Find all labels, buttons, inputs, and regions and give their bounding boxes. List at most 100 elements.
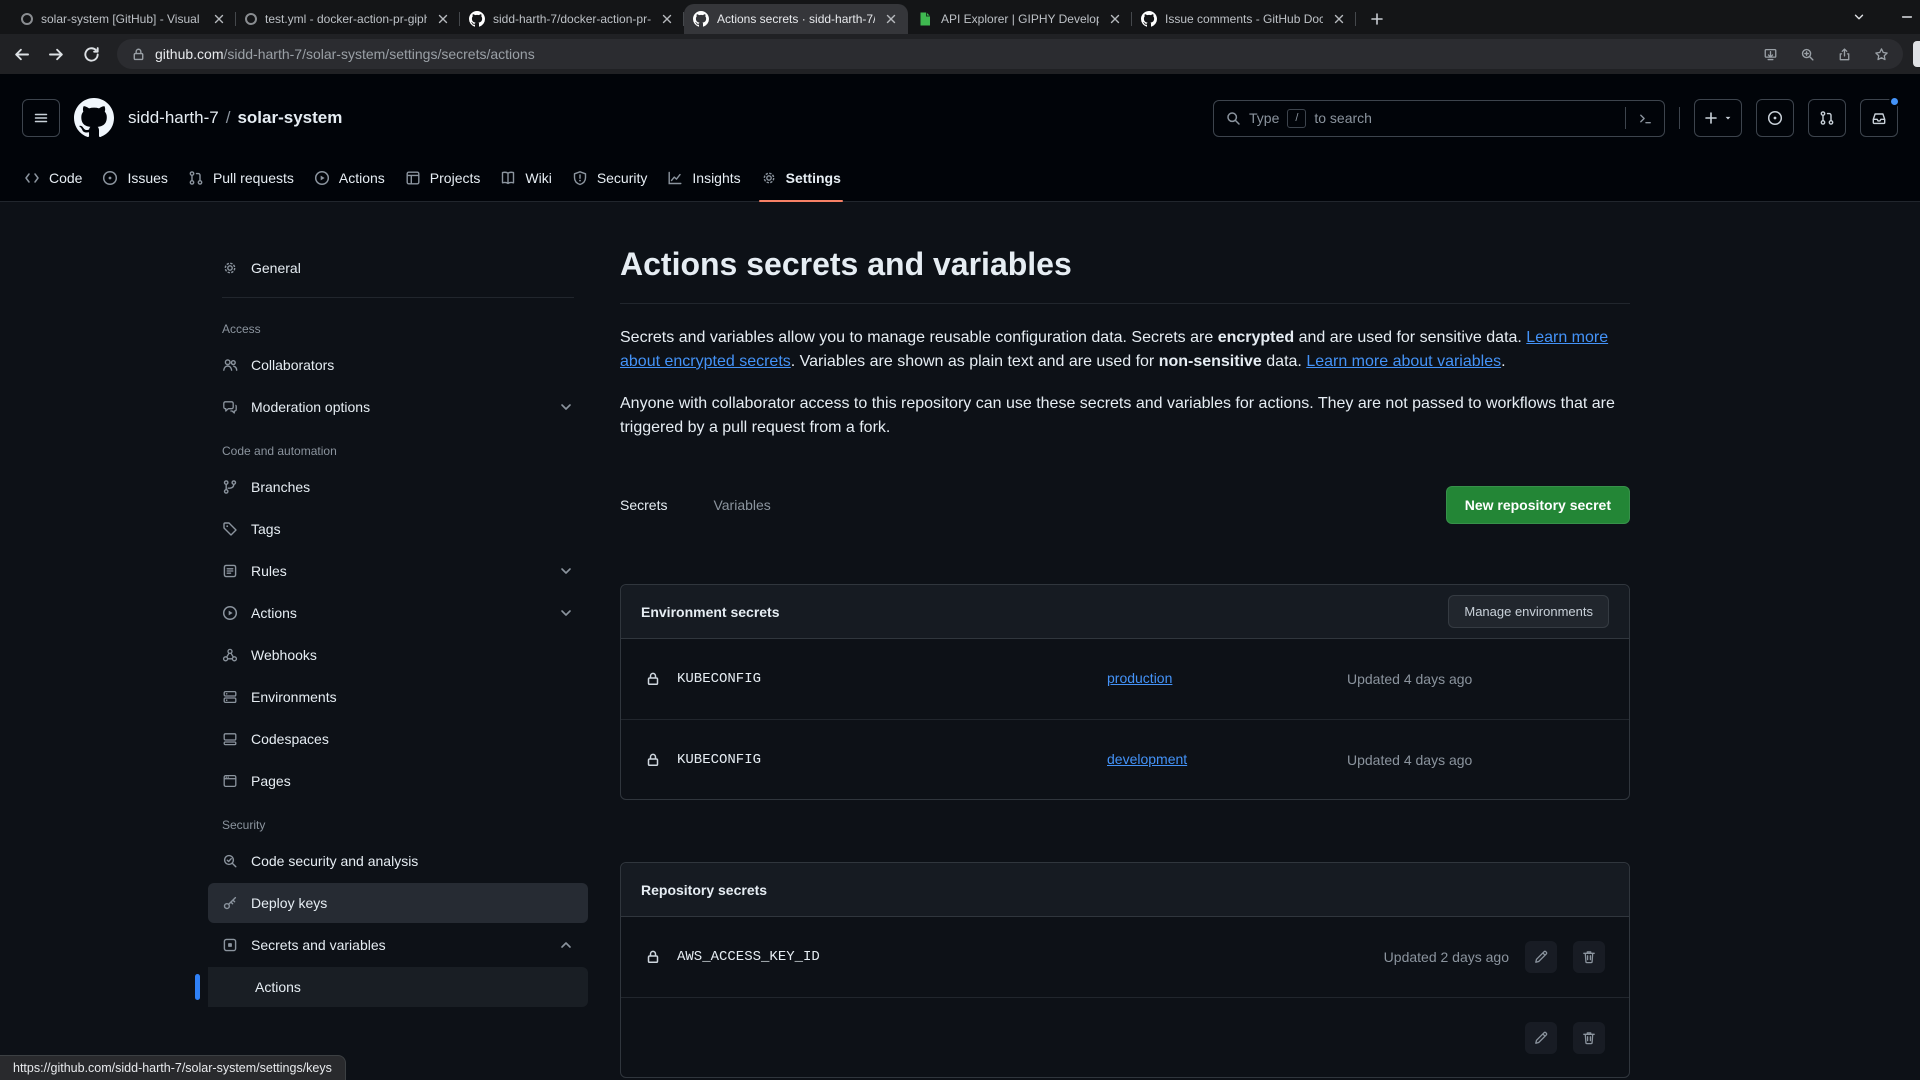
- environment-link[interactable]: production: [1107, 670, 1172, 686]
- settings-sidebar: General Access Collaborators Moderation …: [208, 246, 588, 1007]
- download-icon[interactable]: [1763, 47, 1778, 62]
- play-icon: [222, 605, 238, 621]
- new-tab-button[interactable]: [1364, 6, 1390, 32]
- zoom-icon[interactable]: [1800, 47, 1815, 62]
- tab-title: test.yml - docker-action-pr-giph: [265, 12, 427, 26]
- edit-secret-button[interactable]: [1525, 941, 1557, 973]
- sidebar-item-pages[interactable]: Pages: [208, 761, 588, 801]
- sidebar-item-webhooks[interactable]: Webhooks: [208, 635, 588, 675]
- environment-secrets-box: Environment secrets Manage environments …: [620, 584, 1630, 800]
- tab-issues[interactable]: Issues: [92, 158, 177, 201]
- secret-name: AWS_ACCESS_KEY_ID: [677, 949, 820, 965]
- close-icon[interactable]: [211, 11, 227, 27]
- sidebar-item-deploy-keys[interactable]: Deploy keys: [208, 883, 588, 923]
- close-icon[interactable]: [1107, 11, 1123, 27]
- tab-settings[interactable]: Settings: [751, 158, 851, 201]
- issue-opened-icon: [102, 170, 118, 186]
- git-branch-icon: [222, 479, 238, 495]
- tab-insights[interactable]: Insights: [657, 158, 750, 201]
- github-logo-icon[interactable]: [74, 98, 114, 138]
- sidebar-item-codespaces[interactable]: Codespaces: [208, 719, 588, 759]
- loading-favicon-icon: [21, 13, 33, 25]
- command-palette-icon[interactable]: [1625, 107, 1653, 129]
- trash-icon: [1581, 949, 1597, 965]
- comment-discussion-icon: [222, 399, 238, 415]
- close-icon[interactable]: [883, 11, 899, 27]
- tab-wiki[interactable]: Wiki: [490, 158, 561, 201]
- window-minimize-button[interactable]: [1900, 10, 1914, 24]
- sidebar-item-branches[interactable]: Branches: [208, 467, 588, 507]
- sidebar-item-environments[interactable]: Environments: [208, 677, 588, 717]
- tab-projects[interactable]: Projects: [395, 158, 491, 201]
- tab-search-chevron-icon[interactable]: [1852, 10, 1866, 24]
- manage-environments-button[interactable]: Manage environments: [1448, 595, 1609, 628]
- link-variables[interactable]: Learn more about variables: [1306, 353, 1501, 370]
- sidebar-item-rules[interactable]: Rules: [208, 551, 588, 591]
- browser-tab[interactable]: solar-system [GitHub] - Visual St: [12, 4, 236, 34]
- tab-pull-requests[interactable]: Pull requests: [178, 158, 304, 201]
- git-pull-request-icon: [188, 170, 204, 186]
- url-bar[interactable]: github.com/sidd-harth-7/solar-system/set…: [117, 39, 1903, 69]
- browser-tab-active[interactable]: Actions secrets · sidd-harth-7/s: [684, 4, 908, 34]
- sidebar-item-tags[interactable]: Tags: [208, 509, 588, 549]
- environment-secret-row: KUBECONFIG development Updated 4 days ag…: [621, 719, 1629, 799]
- secrets-variables-tabs: Secrets Variables New repository secret: [620, 486, 1630, 524]
- tag-icon: [222, 521, 238, 537]
- browser-tab[interactable]: sidd-harth-7/docker-action-pr-g: [460, 4, 684, 34]
- github-favicon-icon: [1141, 11, 1157, 27]
- browser-tab[interactable]: Issue comments - GitHub Docs: [1132, 4, 1356, 34]
- browser-toolbar: github.com/sidd-harth-7/solar-system/set…: [0, 34, 1920, 74]
- updated-timestamp: Updated 4 days ago: [1347, 671, 1472, 687]
- browser-tab[interactable]: test.yml - docker-action-pr-giph: [236, 4, 460, 34]
- hamburger-menu-button[interactable]: [22, 99, 60, 137]
- environment-secrets-title: Environment secrets: [641, 604, 780, 620]
- trash-icon: [1581, 1030, 1597, 1046]
- delete-secret-button[interactable]: [1573, 941, 1605, 973]
- bookmark-star-icon[interactable]: [1874, 47, 1889, 62]
- share-icon[interactable]: [1837, 47, 1852, 62]
- lock-icon: [645, 949, 661, 965]
- pull-requests-dashboard-button[interactable]: [1808, 99, 1846, 137]
- fork-note-paragraph: Anyone with collaborator access to this …: [620, 392, 1630, 440]
- delete-secret-button[interactable]: [1573, 1022, 1605, 1054]
- back-button[interactable]: [12, 45, 31, 64]
- slash-key-hint: /: [1287, 109, 1306, 128]
- close-icon[interactable]: [1331, 11, 1347, 27]
- issues-dashboard-button[interactable]: [1756, 99, 1794, 137]
- new-repository-secret-button[interactable]: New repository secret: [1446, 486, 1630, 524]
- close-icon[interactable]: [659, 11, 675, 27]
- sidebar-item-moderation-options[interactable]: Moderation options: [208, 387, 588, 427]
- tab-code[interactable]: Code: [14, 158, 92, 201]
- sidebar-item-secrets-and-variables[interactable]: Secrets and variables: [208, 925, 588, 965]
- secret-name: KUBECONFIG: [677, 671, 1107, 687]
- updated-timestamp: Updated 4 days ago: [1347, 752, 1472, 768]
- profile-avatar-partial[interactable]: [1913, 41, 1920, 67]
- repo-owner-link[interactable]: sidd-harth-7: [128, 108, 219, 128]
- tab-security[interactable]: Security: [562, 158, 658, 201]
- close-icon[interactable]: [435, 11, 451, 27]
- shield-icon: [572, 170, 588, 186]
- tab-actions[interactable]: Actions: [304, 158, 395, 201]
- forward-button[interactable]: [47, 45, 66, 64]
- sidebar-item-collaborators[interactable]: Collaborators: [208, 345, 588, 385]
- lock-icon: [645, 671, 661, 687]
- updated-timestamp: Updated 2 days ago: [1384, 949, 1509, 965]
- sidebar-subitem-actions-active[interactable]: Actions: [208, 967, 588, 1007]
- edit-secret-button[interactable]: [1525, 1022, 1557, 1054]
- table-icon: [405, 170, 421, 186]
- codescan-icon: [222, 853, 238, 869]
- code-icon: [24, 170, 40, 186]
- webhook-icon: [222, 647, 238, 663]
- sidebar-item-general[interactable]: General: [208, 248, 588, 288]
- sidebar-item-code-security-and-analysis[interactable]: Code security and analysis: [208, 841, 588, 881]
- sidebar-item-actions[interactable]: Actions: [208, 593, 588, 633]
- search-input[interactable]: Type / to search: [1213, 100, 1665, 137]
- notifications-inbox-button[interactable]: [1860, 99, 1898, 137]
- tab-variables[interactable]: Variables: [713, 497, 770, 513]
- tab-secrets[interactable]: Secrets: [620, 497, 667, 513]
- browser-tab[interactable]: API Explorer | GIPHY Developers: [908, 4, 1132, 34]
- repo-name-link[interactable]: solar-system: [237, 108, 342, 128]
- create-new-button[interactable]: [1694, 99, 1742, 137]
- environment-link[interactable]: development: [1107, 751, 1187, 767]
- reload-button[interactable]: [82, 45, 101, 64]
